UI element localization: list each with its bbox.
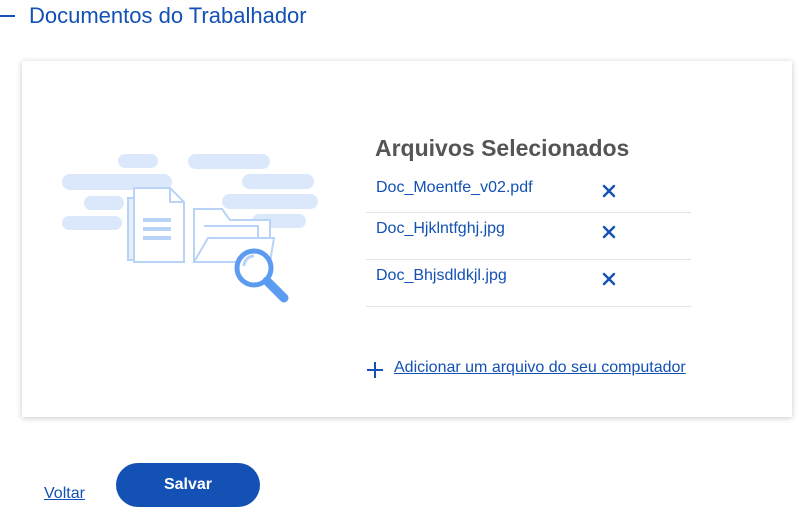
minus-icon[interactable] xyxy=(0,6,16,26)
section-title: Documentos do Trabalhador xyxy=(29,3,307,28)
close-icon[interactable] xyxy=(599,222,619,242)
file-name-link[interactable]: Doc_Moentfe_v02.pdf xyxy=(376,179,533,197)
selected-files-title: Arquivos Selecionados xyxy=(375,135,630,161)
file-name-link[interactable]: Doc_Bhjsdldkjl.jpg xyxy=(376,267,507,285)
file-list: Doc_Moentfe_v02.pdf Doc_Hjklntfghj.jpg D… xyxy=(366,175,691,307)
file-row: Doc_Moentfe_v02.pdf xyxy=(366,175,691,213)
selected-files-panel: Arquivos Selecionados Doc_Moentfe_v02.pd… xyxy=(366,133,696,307)
file-row: Doc_Bhjsdldkjl.jpg xyxy=(366,260,691,307)
back-link[interactable]: Voltar xyxy=(44,485,85,503)
file-name-link[interactable]: Doc_Hjklntfghj.jpg xyxy=(376,220,505,238)
documents-card: Arquivos Selecionados Doc_Moentfe_v02.pd… xyxy=(22,61,792,417)
add-file-link[interactable]: Adicionar um arquivo do seu computador xyxy=(394,359,686,377)
section-header: Documentos do Trabalhador xyxy=(0,0,801,36)
plus-icon[interactable] xyxy=(366,361,384,379)
save-button[interactable]: Salvar xyxy=(116,463,260,507)
file-row: Doc_Hjklntfghj.jpg xyxy=(366,213,691,260)
document-search-illustration xyxy=(62,154,318,303)
close-icon[interactable] xyxy=(599,269,619,289)
worker-documents-page: Documentos do Trabalhador Arquivos Selec… xyxy=(0,0,801,511)
close-icon[interactable] xyxy=(599,181,619,201)
